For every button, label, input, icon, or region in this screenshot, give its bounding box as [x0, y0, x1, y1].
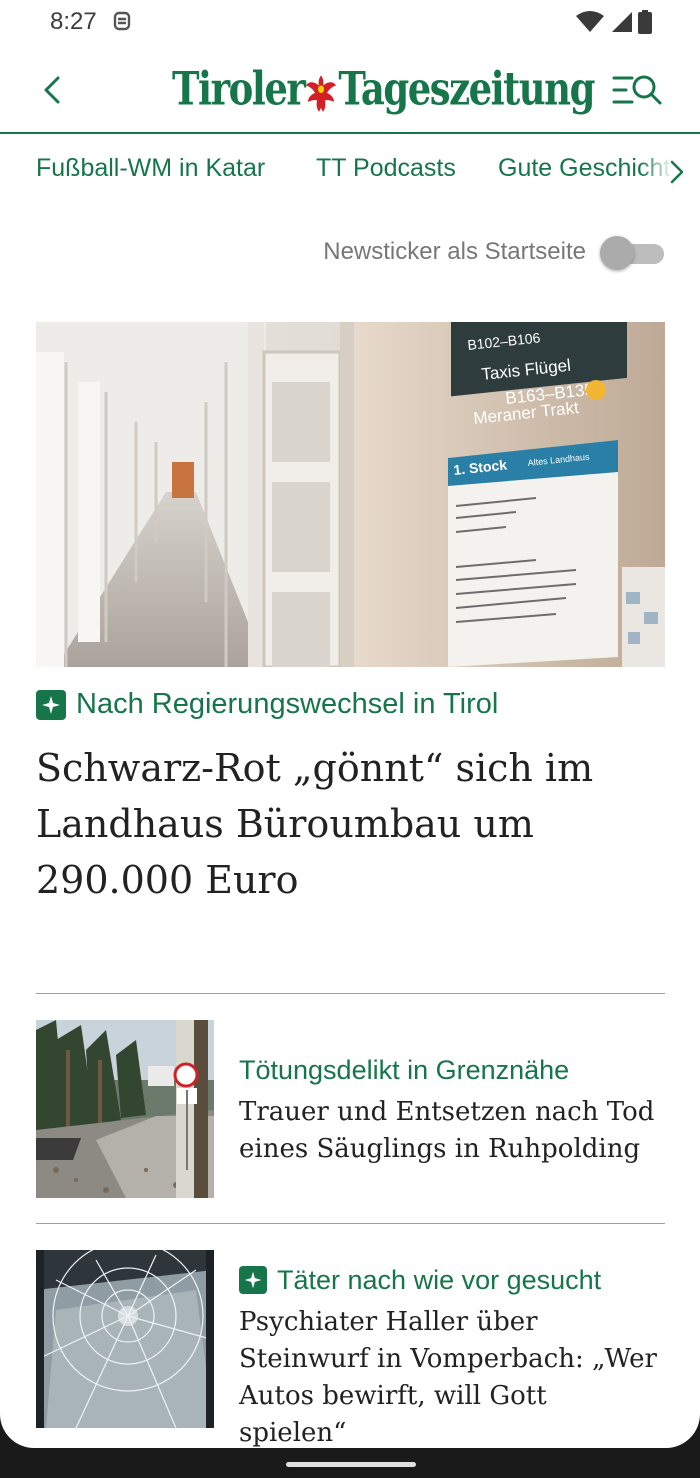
story-title: Psychiater Haller über Steinwurf in Vomp… [239, 1307, 657, 1448]
story-image-vomperbach[interactable] [36, 1250, 214, 1428]
toggle-thumb [600, 236, 634, 270]
story-kicker-text: Täter nach wie vor gesucht [277, 1265, 602, 1295]
newsticker-row: Newsticker als Startseite [323, 232, 664, 272]
status-time: 8:27 [50, 8, 97, 35]
tt-logo[interactable]: Tiroler Tageszeitung [172, 60, 595, 116]
story-kicker: Tötungsdelikt in Grenznähe [239, 1052, 659, 1088]
story-text-vomperbach[interactable]: Täter nach wie vor gesucht Psychiater Ha… [239, 1262, 659, 1448]
status-bar: 8:27 [0, 0, 700, 48]
newsticker-toggle[interactable] [600, 232, 664, 272]
app-bar: Tiroler Tageszeitung [0, 48, 700, 134]
category-tab-wm[interactable]: Fußball-WM in Katar [36, 154, 265, 183]
story-text-ruhpolding[interactable]: Tötungsdelikt in Grenznähe Trauer und En… [239, 1052, 659, 1168]
lead-story-image[interactable]: B102–B106 Taxis Flügel B163–B135 Meraner… [36, 322, 665, 667]
lead-kicker-text: Nach Regierungswechsel in Tirol [76, 688, 499, 720]
forest-road-photo [36, 1020, 214, 1198]
premium-plus-icon [36, 689, 66, 720]
category-bar: Fußball-WM in Katar TT Podcasts Gute Ges… [0, 134, 700, 208]
divider [36, 993, 665, 994]
lead-story-kicker[interactable]: Nach Regierungswechsel in Tirol [36, 688, 498, 721]
signal-icon [612, 12, 632, 32]
premium-plus-icon [239, 1266, 267, 1294]
divider [36, 1223, 665, 1224]
back-arrow-icon[interactable] [36, 70, 72, 110]
status-icons [576, 10, 652, 34]
cracked-windshield-photo [36, 1250, 214, 1428]
logo-wordmark: Tiroler Tageszeitung [172, 60, 595, 116]
home-indicator[interactable] [286, 1462, 416, 1467]
chevron-right-icon[interactable] [668, 158, 686, 186]
wifi-icon [576, 11, 604, 32]
lead-story-title[interactable]: Schwarz-Rot „gönnt“ sich im Landhaus Bür… [36, 740, 666, 908]
logo-left: Tiroler [172, 60, 306, 116]
logo-right: Tageszeitung [338, 60, 595, 116]
story-kicker-text: Tötungsdelikt in Grenznähe [239, 1055, 570, 1085]
battery-icon [638, 10, 652, 34]
notification-icon [113, 11, 131, 31]
story-title: Trauer und Entsetzen nach Tod eines Säug… [239, 1097, 655, 1164]
tirol-eagle-icon [306, 74, 337, 112]
story-kicker: Täter nach wie vor gesucht [239, 1262, 659, 1298]
category-tab-podcasts[interactable]: TT Podcasts [316, 154, 456, 183]
newsticker-label: Newsticker als Startseite [323, 238, 586, 265]
story-image-ruhpolding[interactable] [36, 1020, 214, 1198]
screen: 8:27 Tiroler Tageszeitung Fußball-WM in … [0, 0, 700, 1448]
search-menu-icon[interactable] [612, 70, 664, 110]
landhaus-corridor-photo: B102–B106 Taxis Flügel B163–B135 Meraner… [36, 322, 665, 667]
